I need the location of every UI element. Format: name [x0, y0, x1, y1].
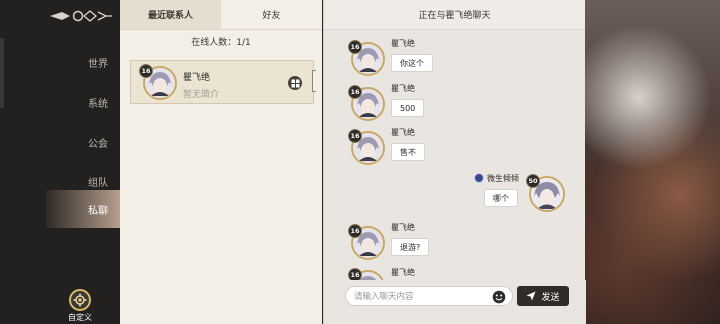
sidebar-item-world[interactable]: 世界: [46, 42, 120, 82]
tab-recent-contacts[interactable]: 最近联系人: [120, 0, 221, 29]
chat-header: 正在与瞿飞绝聊天: [324, 0, 585, 30]
message-bubble: 500: [391, 99, 425, 117]
sidebar-item-label: 私聊: [88, 205, 108, 217]
chat-input-bar: 请输入聊天内容 发送: [324, 280, 586, 324]
contacts-panel: 最近联系人 好友 在线人数：1/1 16 瞿飞绝 暂无简介: [120, 0, 322, 324]
chat-message-list[interactable]: 16 瞿飞绝 你这个 16 瞿飞绝 500 16 瞿飞绝 售不 微生倾倾 哪个 …: [324, 30, 586, 280]
paper-plane-icon: [526, 291, 536, 301]
contact-item[interactable]: 16 瞿飞绝 暂无简介: [130, 60, 314, 104]
level-badge: 16: [139, 64, 153, 78]
sidebar-item-private[interactable]: 私聊: [46, 190, 120, 228]
level-badge: 16: [348, 85, 362, 99]
sidebar-item-label: 组队: [88, 177, 108, 189]
add-friend-icon[interactable]: [288, 76, 302, 90]
emoji-icon[interactable]: [492, 289, 506, 304]
channel-sidebar: 世界 系统 公会 组队 私聊 自定义: [0, 0, 120, 324]
tab-friends[interactable]: 好友: [221, 0, 322, 29]
sender-name: 瞿飞绝: [391, 223, 415, 232]
tab-label: 好友: [262, 11, 281, 21]
sidebar-item-guild[interactable]: 公会: [46, 122, 120, 162]
contacts-tabs: 最近联系人 好友: [120, 0, 322, 30]
panel-handle[interactable]: [312, 70, 316, 92]
online-count: 在线人数：1/1: [191, 38, 251, 48]
level-badge: 16: [348, 40, 362, 54]
sender-name: 瞿飞绝: [391, 84, 415, 93]
sender-name: 瞿飞绝: [391, 39, 415, 48]
sender-name: 微生倾倾: [487, 174, 519, 183]
chat-panel: 正在与瞿飞绝聊天 16 瞿飞绝 你这个 16 瞿飞绝 500 16 瞿飞绝 售不…: [323, 0, 586, 324]
contact-name: 瞿飞绝: [183, 73, 211, 83]
sender-name: 瞿飞绝: [391, 128, 415, 137]
gear-icon: [69, 289, 91, 311]
tab-label: 最近联系人: [147, 11, 193, 21]
blurred-game-background: [585, 0, 720, 324]
gender-badge-icon: [474, 173, 484, 183]
send-label: 发送: [541, 292, 560, 303]
custom-label: 自定义: [68, 313, 92, 322]
level-badge: 50: [526, 174, 540, 188]
message-bubble: 哪个: [484, 189, 518, 207]
sidebar-item-label: 公会: [88, 138, 108, 150]
sidebar-item-system[interactable]: 系统: [46, 82, 120, 122]
sender-name: 瞿飞绝: [391, 268, 415, 277]
message-bubble: 售不: [391, 143, 425, 161]
sidebar-item-label: 世界: [88, 58, 108, 70]
level-badge: 16: [348, 268, 362, 280]
message-bubble: 退游?: [391, 238, 430, 256]
chat-input[interactable]: 请输入聊天内容: [345, 286, 513, 306]
send-button[interactable]: 发送: [517, 286, 569, 306]
contact-bio: 暂无简介: [183, 90, 220, 100]
sidebar-divider: [0, 38, 4, 108]
sidebar-item-label: 系统: [88, 98, 108, 110]
ornament-icon: [48, 7, 114, 25]
custom-button[interactable]: 自定义: [62, 289, 98, 324]
level-badge: 16: [348, 129, 362, 143]
level-badge: 16: [348, 224, 362, 238]
message-bubble: 你这个: [391, 54, 433, 72]
